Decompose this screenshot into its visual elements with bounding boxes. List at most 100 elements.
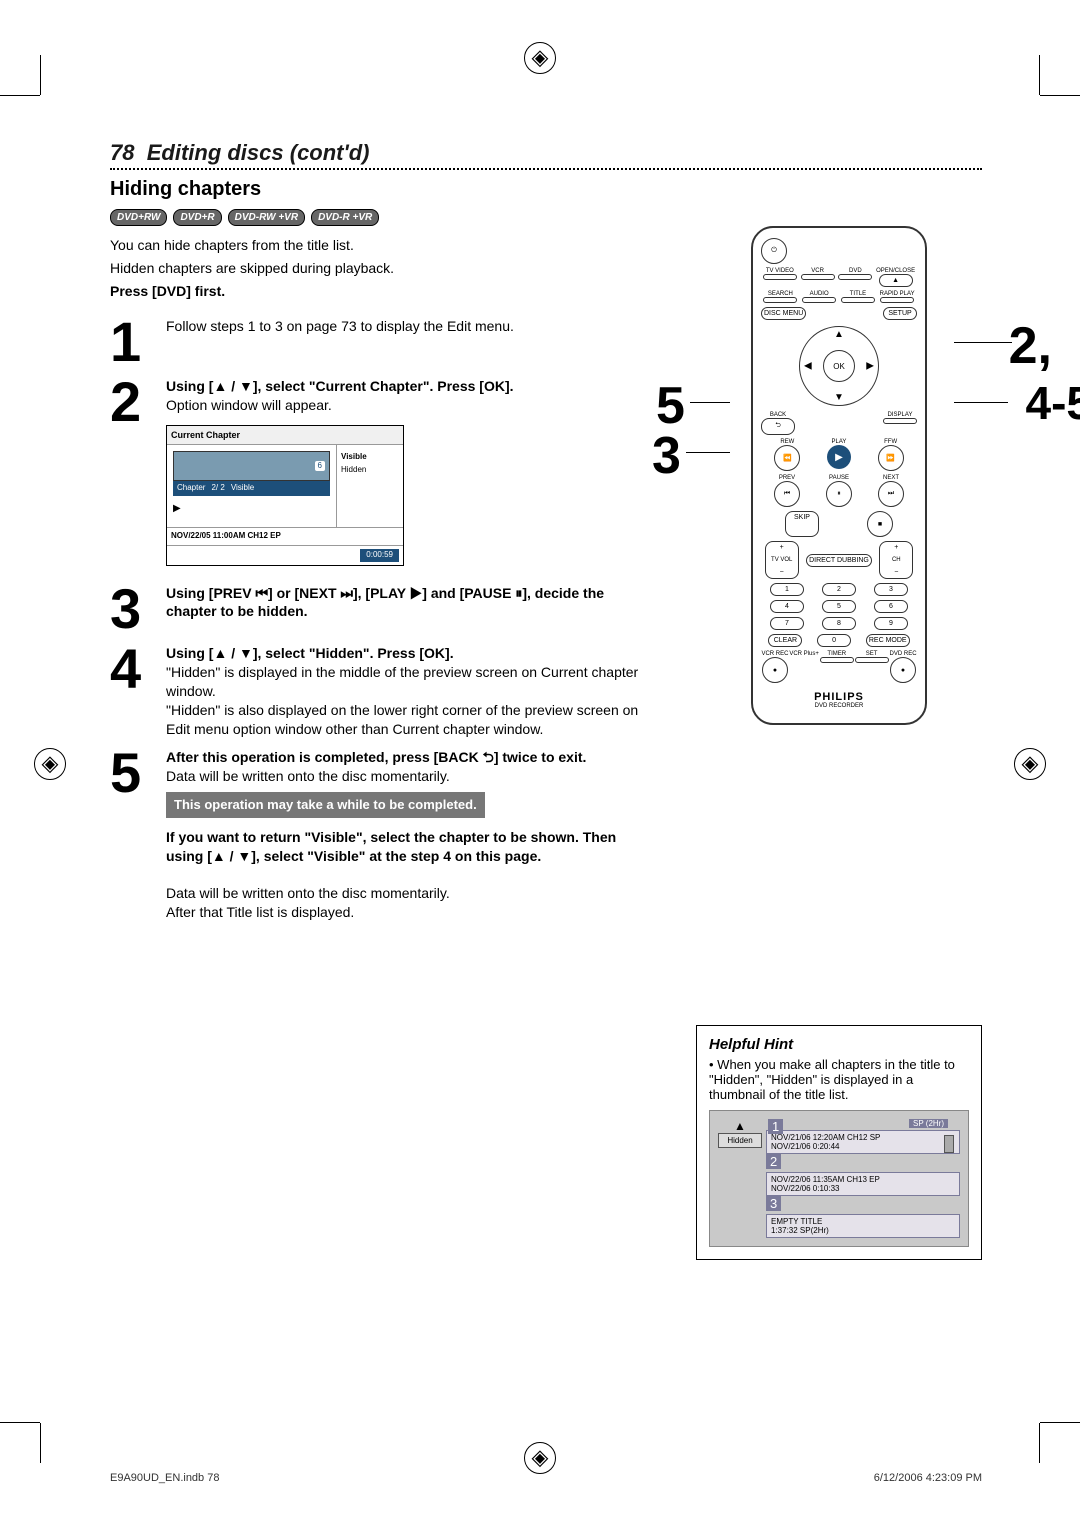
direct-dubbing-button[interactable]: DIRECT DUBBING [806, 554, 872, 567]
skip-button[interactable]: SKIP [785, 511, 819, 537]
remote-control: ⏻ TV VIDEO VCR DVD OPEN/CLOSE▲ SEARCH AU… [751, 226, 927, 725]
registration-mark-right [1014, 748, 1046, 780]
preview-header: Current Chapter [171, 430, 240, 440]
num-7-button[interactable]: 7 [770, 617, 804, 630]
current-chapter-preview: Current Chapter 6 Chapter 2/ 2 Visible ▶ [166, 425, 404, 566]
dvd-button[interactable] [838, 274, 872, 280]
step-number-4: 4 [110, 644, 154, 694]
triangle-up-icon: ▲ [734, 1119, 746, 1133]
step-number-5: 5 [110, 748, 154, 798]
set-button[interactable] [855, 657, 889, 663]
prev-button[interactable]: ⏮ [774, 481, 800, 507]
list-item-num-1: 1 [768, 1119, 783, 1134]
display-button[interactable] [883, 418, 917, 424]
step-3-bold: Using [PREV ⏮] or [NEXT ⏭], [PLAY ▶] and… [166, 584, 650, 622]
disc-menu-button[interactable]: DISC MENU [761, 307, 806, 320]
num-0-button[interactable]: 0 [817, 634, 851, 647]
num-9-button[interactable]: 9 [874, 617, 908, 630]
brand-label: PHILIPS [761, 691, 917, 703]
hint-title: Helpful Hint [709, 1036, 969, 1053]
note-bar: This operation may take a while to be co… [166, 792, 485, 818]
back-button[interactable]: ⮌ [761, 418, 795, 435]
helpful-hint-box: Helpful Hint • When you make all chapter… [696, 1025, 982, 1260]
step-4-bold: Using [▲ / ▼], select "Hidden". Press [O… [166, 644, 650, 663]
rec-mode-button[interactable]: REC MODE [866, 634, 910, 647]
rapid-play-button[interactable] [880, 297, 914, 303]
pause-button[interactable]: ⏸ [826, 481, 852, 507]
option-hidden: Hidden [341, 464, 399, 477]
num-6-button[interactable]: 6 [874, 600, 908, 613]
registration-mark-bottom [524, 1442, 556, 1474]
right-icon[interactable]: ▶ [866, 361, 874, 372]
hidden-thumbnail-label: Hidden [718, 1133, 762, 1148]
badge-dvd-rw-vr: DVD-RW +VR [228, 209, 305, 226]
list-item-num-3: 3 [766, 1196, 781, 1211]
step-4-plain-2: "Hidden" is also displayed on the lower … [166, 701, 650, 739]
title-button[interactable] [841, 297, 875, 303]
section-title: 78 Editing discs (cont'd) [110, 140, 982, 166]
step-4-plain-1: "Hidden" is displayed in the middle of t… [166, 663, 650, 701]
step-1-text: Follow steps 1 to 3 on page 73 to displa… [166, 317, 650, 336]
step-number-1: 1 [110, 317, 154, 367]
preview-time: 0:00:59 [360, 549, 399, 562]
post-note-plain-1: Data will be written onto the disc momen… [166, 884, 650, 903]
step-5-plain: Data will be written onto the disc momen… [166, 767, 650, 786]
ffw-button[interactable]: ⏩ [878, 445, 904, 471]
registration-mark-top [524, 42, 556, 74]
num-1-button[interactable]: 1 [770, 583, 804, 596]
preview-screen: 6 [173, 451, 330, 481]
callout-3: 3 [652, 426, 681, 486]
open-close-button[interactable]: ▲ [879, 274, 913, 287]
footer-left: E9A90UD_EN.indb 78 [110, 1472, 219, 1484]
step-number-3: 3 [110, 584, 154, 634]
step-5-bold: After this operation is completed, press… [166, 748, 650, 767]
tv-vol-button[interactable]: +TV VOL− [765, 541, 799, 579]
ch-button[interactable]: +CH− [879, 541, 913, 579]
dpad[interactable]: ▲ ▼ ◀ ▶ OK [799, 326, 879, 406]
stop-button[interactable]: ■ [867, 511, 893, 537]
badge-dvd-rw: DVD+RW [110, 209, 167, 226]
num-4-button[interactable]: 4 [770, 600, 804, 613]
post-note-bold: If you want to return "Visible", select … [166, 828, 650, 866]
num-5-button[interactable]: 5 [822, 600, 856, 613]
hint-title-list: SP (2Hr) ▲ Hidden 1 NOV/21/06 12:20AM CH… [709, 1110, 969, 1247]
down-icon[interactable]: ▼ [834, 392, 844, 403]
setup-button[interactable]: SETUP [883, 307, 917, 320]
option-visible: Visible [341, 451, 399, 464]
callout-2: 2, [1009, 316, 1052, 376]
badge-dvd-r: DVD+R [173, 209, 221, 226]
left-icon[interactable]: ◀ [804, 361, 812, 372]
disc-badges: DVD+RW DVD+R DVD-RW +VR DVD-R +VR [110, 209, 982, 226]
list-item-1: NOV/21/06 12:20AM CH12 SP NOV/21/06 0:20… [766, 1130, 960, 1154]
next-button[interactable]: ⏭ [878, 481, 904, 507]
num-3-button[interactable]: 3 [874, 583, 908, 596]
brand-sub-label: DVD RECORDER [761, 703, 917, 709]
dvd-rec-button[interactable]: ● [890, 657, 916, 683]
audio-button[interactable] [802, 297, 836, 303]
clear-button[interactable]: CLEAR [768, 634, 802, 647]
vcr-rec-button[interactable]: ● [762, 657, 788, 683]
preview-chapter-line: Chapter 2/ 2 Visible [173, 481, 330, 496]
rew-button[interactable]: ⏪ [774, 445, 800, 471]
play-button[interactable]: ▶ [827, 445, 851, 469]
ok-button[interactable]: OK [823, 350, 855, 382]
num-2-button[interactable]: 2 [822, 583, 856, 596]
sp-label: SP (2Hr) [909, 1119, 948, 1128]
num-8-button[interactable]: 8 [822, 617, 856, 630]
tv-video-button[interactable] [763, 274, 797, 280]
list-item-2: NOV/22/06 11:35AM CH13 EP NOV/22/06 0:10… [766, 1172, 960, 1196]
list-item-3: EMPTY TITLE 1:37:32 SP(2Hr) [766, 1214, 960, 1238]
up-icon[interactable]: ▲ [834, 329, 844, 340]
callout-4-5: 4-5 [1026, 376, 1080, 430]
search-button[interactable] [763, 297, 797, 303]
preview-options: Visible Hidden [337, 445, 403, 527]
hint-bullet: • When you make all chapters in the titl… [709, 1057, 969, 1102]
scrollbar-thumb [944, 1135, 954, 1153]
vcr-button[interactable] [801, 274, 835, 280]
power-icon[interactable]: ⏻ [761, 238, 787, 264]
play-icon: ▶ [173, 502, 330, 516]
step-number-2: 2 [110, 377, 154, 427]
preview-footer-date: NOV/22/05 11:00AM CH12 EP [167, 527, 403, 545]
timer-button[interactable] [820, 657, 854, 663]
step-2-plain: Option window will appear. [166, 396, 650, 415]
